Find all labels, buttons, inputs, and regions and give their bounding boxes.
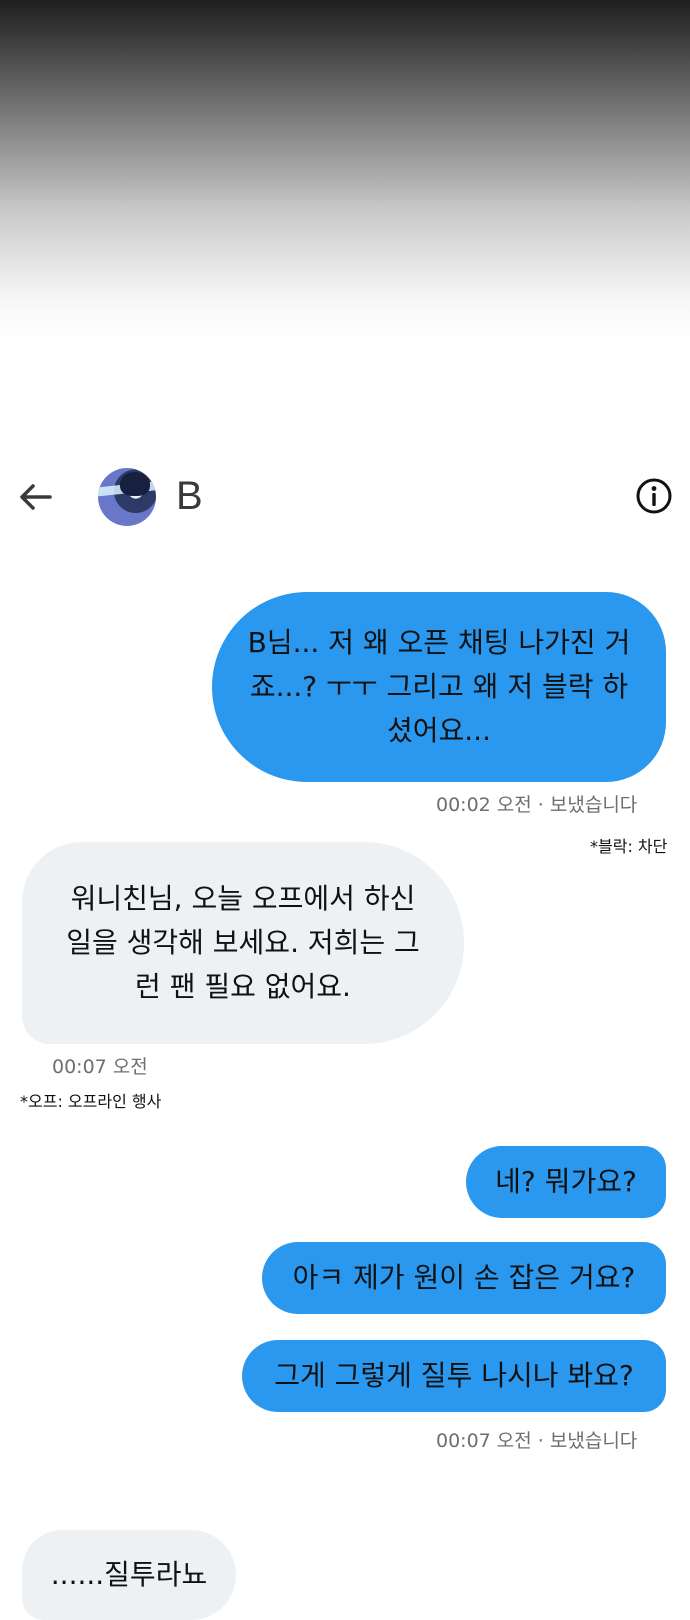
message-text: ......질투라뇨 [50,1558,208,1591]
message-bubble-incoming[interactable]: 워니친님, 오늘 오프에서 하신 일을 생각해 보세요. 저희는 그런 팬 필요… [22,842,464,1044]
message-text: 그게 그렇게 질투 나시나 봐요? [274,1359,634,1392]
footnote-off: *오프: 오프라인 행사 [20,1092,162,1111]
back-arrow-icon[interactable] [14,476,56,518]
message-timestamp: 00:07 오전 · 보냈습니다 [436,1430,638,1452]
message-text: 아ㅋ 제가 원이 손 잡은 거요? [292,1261,636,1294]
contact-name[interactable]: B [176,472,203,520]
footnote-block: *블락: 차단 [590,837,668,856]
message-timestamp: 00:07 오전 [52,1056,148,1078]
contact-avatar[interactable] [98,468,156,526]
message-bubble-outgoing[interactable]: B님... 저 왜 오픈 채팅 나가진 거죠...? ㅜㅜ 그리고 왜 저 블락… [212,592,666,782]
message-bubble-outgoing[interactable]: 아ㅋ 제가 원이 손 잡은 거요? [262,1242,666,1314]
message-bubble-outgoing[interactable]: 그게 그렇게 질투 나시나 봐요? [242,1340,666,1412]
chat-header: B [0,466,690,528]
info-icon[interactable] [634,476,674,516]
message-text: 워니친님, 오늘 오프에서 하신 일을 생각해 보세요. 저희는 그런 팬 필요… [66,882,420,1003]
message-timestamp: 00:02 오전 · 보냈습니다 [436,794,638,816]
message-bubble-outgoing[interactable]: 네? 뭐가요? [466,1146,666,1218]
message-text: B님... 저 왜 오픈 채팅 나가진 거죠...? ㅜㅜ 그리고 왜 저 블락… [247,626,631,747]
message-text: 네? 뭐가요? [495,1165,637,1198]
top-gradient-background [0,0,690,340]
message-bubble-incoming[interactable]: ......질투라뇨 [22,1530,236,1620]
